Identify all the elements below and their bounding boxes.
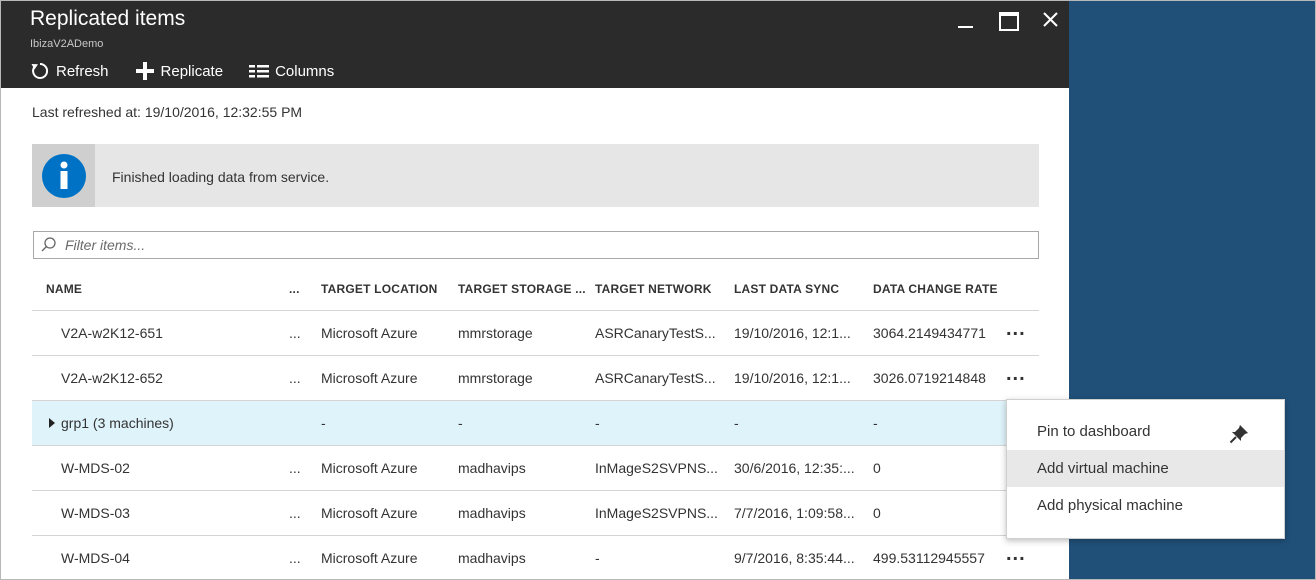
info-icon (41, 153, 86, 198)
cell-last-data-sync: 30/6/2016, 12:35:... (734, 460, 855, 476)
pin-icon (1229, 425, 1248, 444)
info-icon-box (32, 144, 95, 207)
context-menu: Pin to dashboard Add virtual machine Add… (1006, 399, 1285, 539)
columns-label: Columns (275, 62, 335, 80)
replicate-button[interactable]: Replicate (135, 61, 224, 81)
cell-data-change-rate: - (873, 415, 878, 431)
command-bar: Refresh Replicate Columns (30, 59, 360, 83)
menu-item-label: Add virtual machine (1037, 460, 1169, 477)
cell-hidden (289, 401, 309, 445)
replicated-items-blade: Replicated items IbizaV2ADemo Refresh Re… (1, 1, 1069, 579)
cell-target-network: - (595, 415, 600, 431)
cell-target-location: Microsoft Azure (321, 370, 418, 386)
cell-target-network: InMageS2SVPNS... (595, 505, 718, 521)
table-row[interactable]: W-MDS-02 ... Microsoft Azure madhavips I… (32, 446, 1039, 491)
menu-item-pin-to-dashboard[interactable]: Pin to dashboard (1007, 413, 1284, 450)
cell-hidden: ... (289, 505, 301, 521)
cell-target-network: InMageS2SVPNS... (595, 460, 718, 476)
cell-name: V2A-w2K12-652 (61, 370, 163, 386)
columns-button[interactable]: Columns (249, 63, 334, 80)
cell-target-storage: madhavips (458, 505, 526, 521)
blade-subtitle: IbizaV2ADemo (30, 38, 104, 50)
cell-hidden: ... (289, 325, 301, 341)
cell-target-storage: madhavips (458, 460, 526, 476)
column-header-target-storage[interactable]: TARGET STORAGE ... (458, 267, 588, 310)
cell-target-location: - (321, 415, 326, 431)
cell-data-change-rate: 3064.2149434771 (873, 325, 986, 341)
cell-last-data-sync: 7/7/2016, 1:09:58... (734, 505, 855, 521)
columns-icon (249, 65, 270, 78)
table-row[interactable]: W-MDS-03 ... Microsoft Azure madhavips I… (32, 491, 1039, 536)
row-more-button[interactable]: ... (1006, 536, 1036, 579)
cell-name: grp1 (3 machines) (61, 415, 174, 431)
cell-target-network: - (595, 550, 600, 566)
grid-header: NAME ... TARGET LOCATION TARGET STORAGE … (32, 267, 1039, 311)
table-row[interactable]: V2A-w2K12-652 ... Microsoft Azure mmrsto… (32, 356, 1039, 401)
refresh-icon (31, 62, 49, 79)
filter-box[interactable] (33, 231, 1039, 259)
close-icon (1043, 12, 1058, 27)
cell-target-storage: - (458, 415, 463, 431)
row-more-button[interactable]: ... (1006, 356, 1036, 400)
column-header-hidden[interactable]: ... (289, 267, 309, 310)
cell-target-location: Microsoft Azure (321, 460, 418, 476)
filter-input[interactable] (65, 233, 1025, 257)
cell-target-storage: mmrstorage (458, 370, 533, 386)
expand-arrow-icon[interactable] (48, 417, 56, 429)
table-row-group-selected[interactable]: grp1 (3 machines) - - - - - (32, 401, 1039, 446)
cell-hidden: ... (289, 550, 301, 566)
cell-name: W-MDS-02 (61, 460, 130, 476)
blade-header: Replicated items IbizaV2ADemo Refresh Re… (1, 1, 1069, 88)
menu-item-add-virtual-machine[interactable]: Add virtual machine (1007, 450, 1284, 487)
cell-target-network: ASRCanaryTestS... (595, 325, 716, 341)
cell-target-location: Microsoft Azure (321, 505, 418, 521)
column-header-target-network[interactable]: TARGET NETWORK (595, 267, 725, 310)
cell-target-storage: madhavips (458, 550, 526, 566)
cell-target-location: Microsoft Azure (321, 550, 418, 566)
cell-last-data-sync: 19/10/2016, 12:1... (734, 325, 851, 341)
menu-item-label: Pin to dashboard (1037, 423, 1151, 440)
cell-target-network: ASRCanaryTestS... (595, 370, 716, 386)
cell-name: V2A-w2K12-651 (61, 325, 163, 341)
cell-data-change-rate: 499.53112945557 (873, 550, 985, 566)
column-header-name[interactable]: NAME (46, 267, 286, 310)
cell-hidden: ... (289, 460, 301, 476)
blade-title: Replicated items (30, 7, 186, 30)
cell-name: W-MDS-04 (61, 550, 130, 566)
row-more-button[interactable]: ... (1006, 311, 1036, 355)
menu-item-label: Add physical machine (1037, 497, 1183, 514)
minimize-button[interactable] (953, 9, 979, 31)
search-icon (41, 237, 56, 252)
menu-item-add-physical-machine[interactable]: Add physical machine (1007, 487, 1284, 524)
replicate-label: Replicate (160, 62, 224, 80)
close-button[interactable] (1037, 9, 1063, 31)
info-message: Finished loading data from service. (112, 169, 330, 185)
cell-target-location: Microsoft Azure (321, 325, 418, 341)
info-notification: Finished loading data from service. (32, 144, 1039, 207)
cell-data-change-rate: 3026.0719214848 (873, 370, 986, 386)
plus-icon (135, 62, 154, 80)
cell-hidden: ... (289, 370, 301, 386)
column-header-target-location[interactable]: TARGET LOCATION (321, 267, 451, 310)
cell-data-change-rate: 0 (873, 460, 881, 476)
cell-last-data-sync: 9/7/2016, 8:35:44... (734, 550, 855, 566)
refresh-label: Refresh (56, 62, 109, 80)
cell-last-data-sync: - (734, 415, 739, 431)
cell-name: W-MDS-03 (61, 505, 130, 521)
cell-target-storage: mmrstorage (458, 325, 533, 341)
cell-data-change-rate: 0 (873, 505, 881, 521)
table-row[interactable]: V2A-w2K12-651 ... Microsoft Azure mmrsto… (32, 311, 1039, 356)
last-refreshed-text: Last refreshed at: 19/10/2016, 12:32:55 … (32, 104, 303, 120)
column-header-last-data-sync[interactable]: LAST DATA SYNC (734, 267, 864, 310)
column-header-data-change-rate[interactable]: DATA CHANGE RATE (873, 267, 1013, 310)
replicated-items-grid: NAME ... TARGET LOCATION TARGET STORAGE … (32, 267, 1039, 579)
table-row[interactable]: W-MDS-04 ... Microsoft Azure madhavips -… (32, 536, 1039, 579)
refresh-button[interactable]: Refresh (30, 61, 109, 81)
cell-last-data-sync: 19/10/2016, 12:1... (734, 370, 851, 386)
maximize-button[interactable] (995, 9, 1021, 31)
